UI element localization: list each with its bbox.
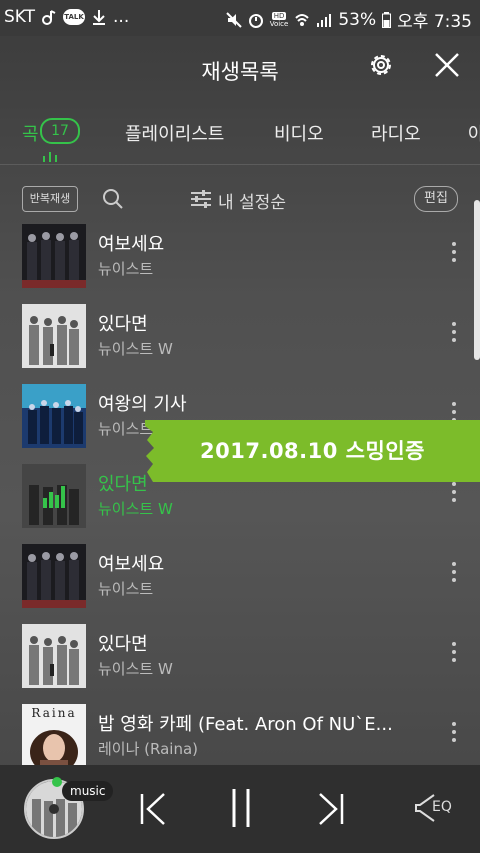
more-options-icon[interactable] bbox=[448, 482, 460, 506]
sort-button[interactable]: 내 설정순 bbox=[218, 188, 286, 213]
pause-icon[interactable] bbox=[228, 787, 254, 829]
song-artist: 뉴이스트 bbox=[98, 260, 154, 278]
more-notifications: ... bbox=[113, 7, 130, 27]
song-title: 있다면 bbox=[98, 474, 148, 495]
repeat-button[interactable]: 반복재생 bbox=[22, 186, 78, 212]
equalizer-icon bbox=[43, 486, 65, 508]
tab-video[interactable]: 비디오 bbox=[274, 120, 324, 146]
eq-button[interactable]: EQ bbox=[414, 793, 464, 823]
status-right: HD Voice 53% 오후 7:35 bbox=[225, 7, 472, 32]
tab-radio[interactable]: 라디오 bbox=[371, 120, 421, 146]
album-art: Raina bbox=[22, 704, 86, 765]
song-artist: 뉴이스트 W bbox=[98, 340, 173, 358]
header: 재생목록 bbox=[0, 36, 480, 100]
close-icon[interactable] bbox=[432, 50, 462, 80]
mute-icon bbox=[225, 11, 242, 28]
more-options-icon[interactable] bbox=[448, 722, 460, 746]
talk-icon: TALK bbox=[63, 9, 86, 25]
stream-certification-banner: 2017.08.10 스밍인증 bbox=[145, 420, 480, 482]
song-count-badge: 17 bbox=[40, 118, 80, 144]
song-title: 여보세요 bbox=[98, 234, 165, 255]
album-art bbox=[22, 544, 86, 608]
tab-more[interactable]: 아 bbox=[468, 120, 480, 146]
song-title: 여왕의 기사 bbox=[98, 394, 187, 415]
list-item[interactable]: 여보세요 뉴이스트 bbox=[0, 220, 480, 292]
song-artist: 뉴이스트 W bbox=[98, 660, 173, 678]
list-toolbar: 반복재생 내 설정순 편집 bbox=[0, 180, 480, 220]
status-left: SKT TALK ... bbox=[4, 7, 129, 27]
list-item[interactable]: 여보세요 뉴이스트 bbox=[0, 532, 480, 612]
previous-icon[interactable] bbox=[138, 791, 168, 827]
album-art bbox=[22, 224, 86, 288]
sort-settings-icon[interactable] bbox=[190, 189, 212, 209]
tab-playlist[interactable]: 플레이리스트 bbox=[125, 120, 224, 146]
now-playing-indicator-icon bbox=[43, 152, 59, 162]
edit-button[interactable]: 편집 bbox=[414, 186, 458, 212]
list-item[interactable]: 있다면 뉴이스트 W bbox=[0, 612, 480, 692]
wifi-icon bbox=[295, 13, 310, 26]
song-title: 밥 영화 카페 (Feat. Aron Of NU`E... bbox=[98, 714, 393, 735]
edge-panel-handle[interactable] bbox=[474, 200, 480, 360]
clock: 오후 7:35 bbox=[397, 12, 472, 32]
album-art bbox=[22, 624, 86, 688]
player-bar: music EQ bbox=[0, 765, 480, 853]
status-bar: SKT TALK ... HD Voice 53% 오후 7:35 bbox=[0, 0, 480, 36]
tab-songs-label: 곡 bbox=[22, 124, 39, 145]
tab-songs[interactable]: 곡 bbox=[22, 120, 39, 146]
gear-icon[interactable] bbox=[366, 50, 396, 80]
signal-icon bbox=[317, 13, 332, 27]
album-art bbox=[22, 464, 86, 528]
song-list: 여보세요 뉴이스트 있다면 뉴이스트 W 여왕의 기사 뉴이스트 있다면 뉴이스… bbox=[0, 220, 480, 765]
list-item[interactable]: Raina 밥 영화 카페 (Feat. Aron Of NU`E... 레이나… bbox=[0, 692, 480, 765]
list-item[interactable]: 있다면 뉴이스트 W bbox=[0, 292, 480, 372]
carrier-label: SKT bbox=[4, 7, 36, 27]
battery-icon bbox=[382, 11, 392, 28]
album-art bbox=[22, 384, 86, 448]
banner-text: 2017.08.10 스밍인증 bbox=[200, 439, 425, 463]
music-tag: music bbox=[62, 781, 114, 801]
battery-percent: 53% bbox=[338, 9, 377, 30]
more-options-icon[interactable] bbox=[448, 642, 460, 666]
tab-bar: 곡 17 플레이리스트 비디오 라디오 아 bbox=[0, 108, 480, 165]
music-note-icon bbox=[42, 10, 56, 25]
song-artist: 뉴이스트 W bbox=[98, 500, 173, 518]
page-title: 재생목록 bbox=[201, 60, 279, 84]
more-options-icon[interactable] bbox=[448, 242, 460, 266]
hd-voice-icon: HD Voice bbox=[269, 11, 289, 28]
song-artist: 뉴이스트 bbox=[98, 580, 154, 598]
search-icon[interactable] bbox=[102, 188, 124, 210]
next-icon[interactable] bbox=[316, 791, 346, 827]
song-artist: 레이나 (Raina) bbox=[98, 740, 199, 758]
song-title: 여보세요 bbox=[98, 554, 165, 575]
song-title: 있다면 bbox=[98, 634, 148, 655]
eq-label: EQ bbox=[432, 799, 452, 815]
album-art bbox=[22, 304, 86, 368]
download-icon bbox=[93, 10, 106, 25]
alarm-icon bbox=[248, 13, 263, 28]
more-options-icon[interactable] bbox=[448, 562, 460, 586]
song-title: 있다면 bbox=[98, 314, 148, 335]
playing-dot bbox=[52, 777, 62, 787]
more-options-icon[interactable] bbox=[448, 322, 460, 346]
